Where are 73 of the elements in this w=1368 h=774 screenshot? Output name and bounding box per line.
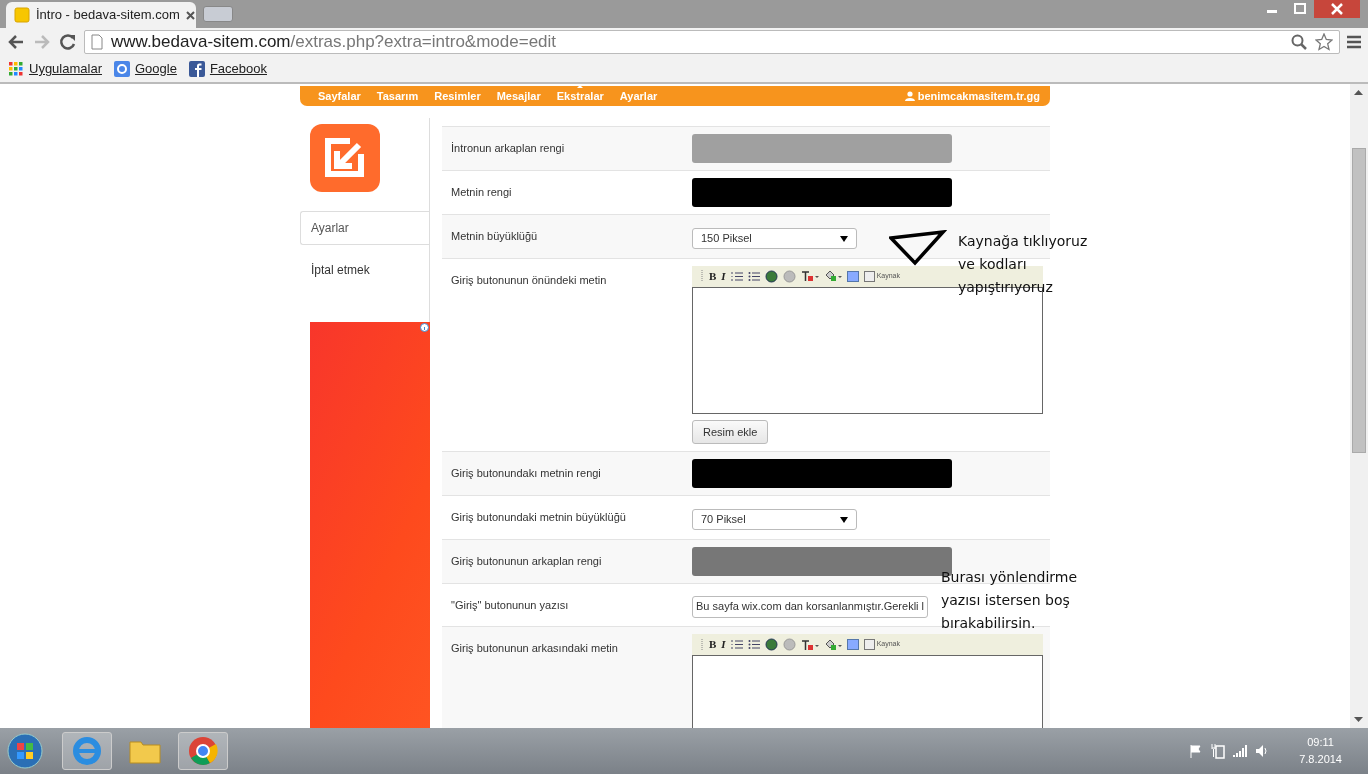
- chrome-logo-icon: [188, 736, 218, 766]
- fill-color-icon[interactable]: [823, 270, 842, 282]
- color-swatch[interactable]: [692, 178, 952, 207]
- field-label: Metnin rengi: [450, 185, 513, 200]
- g-logo-icon: [114, 61, 130, 77]
- field-label: Metnin büyüklüğü: [450, 229, 539, 244]
- field-label: Giriş butonundaki metnin büyüklüğü: [450, 510, 627, 525]
- select-field[interactable]: 70 Piksel: [692, 509, 857, 530]
- bookmark-link[interactable]: Google: [114, 59, 177, 79]
- field-label: Giriş butonunun önündeki metin: [450, 272, 608, 288]
- bold-button[interactable]: B: [709, 636, 717, 653]
- signal-bars-icon[interactable]: [1233, 745, 1248, 757]
- up-arrow-icon[interactable]: [1354, 90, 1363, 95]
- frame-icon[interactable]: [846, 270, 859, 282]
- folder-icon: [129, 738, 161, 764]
- caret-icon: [840, 516, 848, 523]
- reload-icon[interactable]: [58, 32, 78, 52]
- star-icon[interactable]: [1315, 33, 1333, 51]
- text-color-icon[interactable]: [800, 270, 819, 282]
- select-field[interactable]: 150 Piksel: [692, 228, 857, 249]
- field-label: İntronun arkaplan rengi: [450, 141, 566, 156]
- text-color-icon[interactable]: [800, 638, 819, 651]
- document-icon: [863, 639, 875, 650]
- speaker-icon[interactable]: [1255, 744, 1270, 758]
- field-label: "Giriş" butonunun yazısı: [450, 597, 570, 613]
- scrollbar[interactable]: [1350, 84, 1368, 728]
- close-icon[interactable]: [185, 10, 195, 20]
- color-swatch[interactable]: [692, 459, 952, 488]
- bookmark-link[interactable]: Uygulamalar: [8, 59, 102, 79]
- flag-icon[interactable]: [1189, 744, 1204, 758]
- field-label: Giriş butonunun arkaplan rengi: [450, 553, 603, 569]
- new-tab-button[interactable]: [203, 6, 233, 22]
- address-text: www.bedava-sitem.com/extras.php?extra=intro&mode=edit: [111, 31, 557, 54]
- browser-tab[interactable]: İntro - bedava-sitem.com: [6, 2, 196, 28]
- numbered-list-icon[interactable]: [730, 270, 743, 282]
- zoom-icon[interactable]: [1291, 34, 1307, 50]
- address-bar[interactable]: www.bedava-sitem.com/extras.php?extra=intro&mode=edit: [84, 30, 1340, 54]
- bookmark-link[interactable]: Facebook: [188, 59, 267, 79]
- text-field[interactable]: Bu sayfa wix.com dan korsanlanmıştır.Gerekli l: [692, 595, 928, 618]
- grip-icon: [700, 637, 704, 652]
- info-icon[interactable]: [420, 323, 429, 332]
- fill-color-icon[interactable]: [823, 638, 842, 651]
- document-icon: [863, 270, 875, 282]
- sidebar-item[interactable]: İptal etmek: [300, 253, 429, 287]
- start-orb-icon[interactable]: [6, 732, 44, 770]
- scroll-thumb[interactable]: [1352, 148, 1366, 453]
- taskbar-button[interactable]: [178, 732, 228, 770]
- browser-e-icon: [72, 736, 102, 766]
- caret-icon: [840, 235, 848, 242]
- field-label: Giriş butonundakı metnin rengi: [450, 466, 602, 481]
- person-icon: [904, 91, 915, 101]
- italic-button[interactable]: I: [721, 267, 726, 285]
- f-logo-icon: [188, 61, 205, 77]
- numbered-list-icon[interactable]: [730, 639, 743, 650]
- battery-icon[interactable]: [1211, 743, 1226, 759]
- frame-icon[interactable]: [846, 639, 859, 650]
- annotation-text: Burası yönlendirme yazısı istersen boş bırakabilirsin.: [941, 568, 1078, 633]
- sidebar-item[interactable]: Ayarlar: [300, 211, 429, 245]
- grip-icon: [700, 269, 704, 283]
- close-icon[interactable]: [1314, 0, 1360, 18]
- field-label: Giriş butonunun arkasındaki metin: [450, 641, 619, 656]
- color-swatch[interactable]: [692, 134, 952, 163]
- menu-icon[interactable]: [1346, 34, 1362, 50]
- page-icon: [91, 34, 103, 50]
- bold-button[interactable]: B: [709, 267, 717, 285]
- grid-icon: [8, 61, 24, 77]
- italic-button[interactable]: I: [721, 636, 726, 653]
- bullet-list-icon[interactable]: [747, 270, 760, 282]
- bullet-list-icon[interactable]: [747, 639, 760, 650]
- page-icon: [14, 7, 30, 23]
- down-arrow-icon[interactable]: [1354, 717, 1363, 722]
- add-image-button[interactable]: Resim ekle: [692, 419, 769, 444]
- taskbar-button[interactable]: [62, 732, 112, 770]
